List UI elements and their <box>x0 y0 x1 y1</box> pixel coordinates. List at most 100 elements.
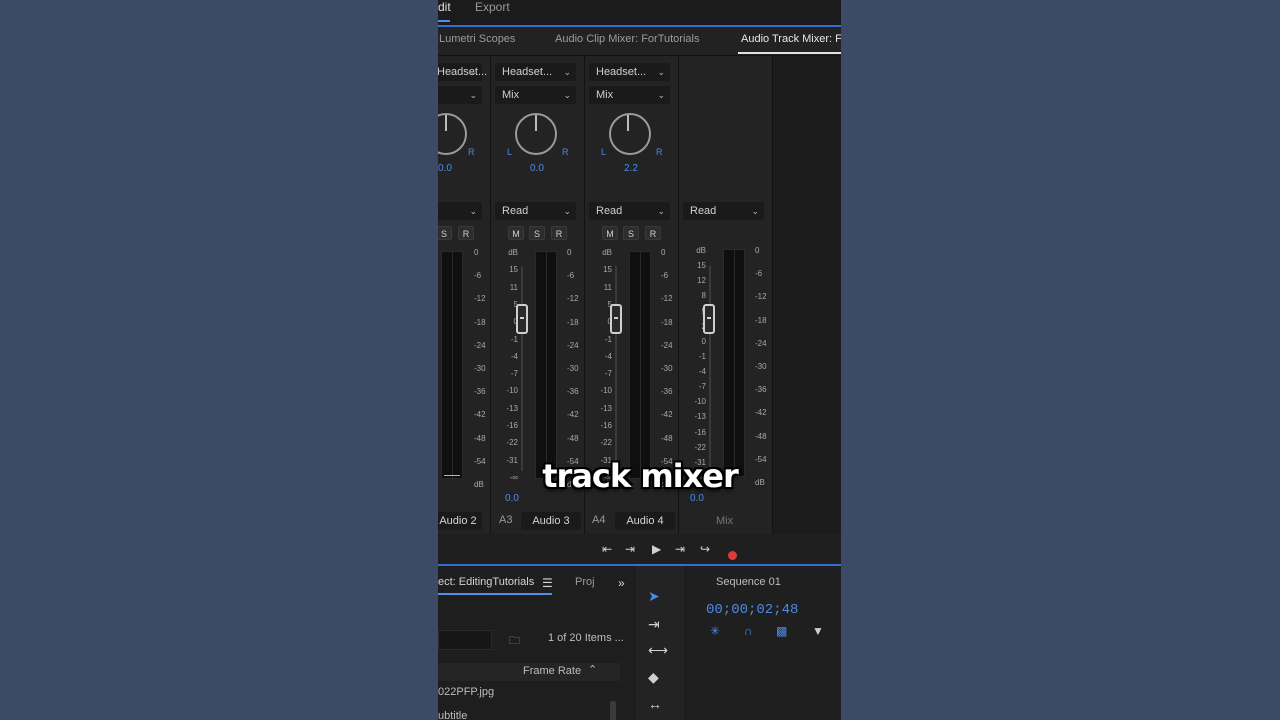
record-button[interactable]: R <box>645 226 661 240</box>
scale-tick-label: -18 <box>755 315 767 325</box>
column-header[interactable]: Frame Rate ⌃ <box>438 663 620 681</box>
scale-tick-label: -36 <box>474 387 486 397</box>
tab-lumetri-scopes[interactable]: Lumetri Scopes <box>439 33 515 45</box>
level-meter <box>723 249 745 477</box>
mode-dropdown-label: Mix <box>596 89 614 101</box>
track-name[interactable]: Audio 4 <box>615 512 675 530</box>
scale-tick-label: -4 <box>698 367 706 377</box>
fader-scale: dB15128520-1-4-7-10-13-16-22-31-∞ <box>688 246 706 482</box>
automation-dropdown[interactable]: Read ⌄ <box>683 202 764 220</box>
output-dropdown[interactable]: Headset... ⌄ <box>495 63 576 81</box>
scale-tick-label: -12 <box>755 292 767 302</box>
scale-tick-label: -22 <box>600 438 612 448</box>
nest-icon[interactable]: ✳ <box>710 624 720 638</box>
meter-scale: 0 -6 -12 -18 -24 -30 -36 -42 -48 -54 dB <box>755 246 769 487</box>
scale-tick-label: -1 <box>698 351 706 361</box>
scale-tick-label: 15 <box>603 265 612 275</box>
tools-panel: ➤ ⇥ ⟷ ◆ ↔ <box>636 566 684 720</box>
list-item[interactable]: 022PFP.jpg <box>438 686 494 698</box>
tab-audio-track-mixer[interactable]: Audio Track Mixer: F <box>741 33 841 45</box>
scale-tick-label: -24 <box>661 340 673 350</box>
scale-tick-label: -1 <box>510 334 518 344</box>
output-dropdown[interactable]: Headset... ⌄ <box>438 63 487 81</box>
selection-tool-icon[interactable]: ➤ <box>648 588 660 605</box>
scale-tick-label: -6 <box>474 271 482 281</box>
chevron-down-icon: ⌄ <box>657 206 665 216</box>
record-button[interactable]: R <box>551 226 567 240</box>
scale-tick-label: -7 <box>698 382 706 392</box>
scale-tick-label: -18 <box>567 317 579 327</box>
more-panels-icon[interactable]: » <box>618 576 625 590</box>
track-id: A4 <box>592 514 606 526</box>
scale-tick-label: -4 <box>604 351 612 361</box>
scale-tick-label: -13 <box>600 403 612 413</box>
tab-edit[interactable]: dit <box>438 0 451 14</box>
automation-dropdown[interactable]: Read ⌄ <box>495 202 576 220</box>
record-icon[interactable] <box>728 551 737 560</box>
chevron-down-icon: ⌄ <box>469 90 477 100</box>
step-back-icon[interactable]: ⇥ <box>625 542 635 556</box>
scale-tick-label: 0 <box>755 246 760 255</box>
solo-button[interactable]: S <box>438 226 452 240</box>
solo-button[interactable]: S <box>623 226 639 240</box>
mute-button[interactable]: M <box>508 226 524 240</box>
new-bin-icon[interactable]: 🗀 <box>509 632 520 651</box>
scale-tick-label: 0 <box>701 336 706 346</box>
fader-scale: dB151150-1-4-7-10-13-16-22-31-∞ <box>500 248 518 482</box>
snap-icon[interactable]: ∩ <box>744 624 753 638</box>
automation-dropdown[interactable]: ⌄ <box>438 202 482 220</box>
loop-icon[interactable]: ↪ <box>700 542 710 556</box>
ripple-edit-tool-icon[interactable]: ⟷ <box>648 642 668 659</box>
go-to-out-icon[interactable]: ⇥ <box>675 542 685 556</box>
panel-menu-icon[interactable]: ☰ <box>542 576 553 590</box>
scale-tick-label: dB <box>508 248 518 257</box>
solo-button[interactable]: S <box>529 226 545 240</box>
pan-knob[interactable] <box>609 113 651 155</box>
track-name: Mix <box>716 515 734 527</box>
output-dropdown[interactable]: Headset... ⌄ <box>589 63 670 81</box>
linked-selection-icon[interactable]: ▩ <box>776 624 787 638</box>
chevron-down-icon: ⌄ <box>469 206 477 216</box>
scale-tick-label: 0 <box>661 248 666 257</box>
razor-tool-icon[interactable]: ◆ <box>648 669 659 686</box>
scale-tick-label: -24 <box>567 340 579 350</box>
track-name[interactable]: Audio 2 <box>438 512 482 530</box>
scale-tick-label: 15 <box>509 265 518 275</box>
scale-tick-label: -36 <box>755 385 767 395</box>
volume-fader[interactable] <box>703 304 715 334</box>
scale-tick-label: -10 <box>694 397 706 407</box>
play-icon[interactable]: ▶ <box>652 542 661 556</box>
scale-tick-label: -12 <box>474 294 486 304</box>
mute-button[interactable]: M <box>602 226 618 240</box>
track-name[interactable]: Audio 3 <box>521 512 581 530</box>
go-to-in-icon[interactable]: ⇤ <box>602 542 612 556</box>
search-input[interactable] <box>438 630 492 650</box>
workspace-bar: dit Export <box>438 0 841 26</box>
scale-tick-label: -4 <box>510 351 518 361</box>
mode-dropdown[interactable]: ⌄ <box>438 86 482 104</box>
tab-project[interactable]: ect: EditingTutorials <box>438 576 534 588</box>
tab-audio-clip-mixer[interactable]: Audio Clip Mixer: ForTutorials <box>555 33 699 45</box>
volume-fader[interactable] <box>516 304 528 334</box>
marker-icon[interactable]: ▼ <box>812 624 824 638</box>
automation-dropdown[interactable]: Read ⌄ <box>589 202 670 220</box>
record-button[interactable]: R <box>458 226 474 240</box>
mode-dropdown[interactable]: Mix ⌄ <box>589 86 670 104</box>
scale-tick-label: -30 <box>474 364 486 373</box>
scrollbar[interactable] <box>610 701 616 720</box>
tab-project-2[interactable]: Proj <box>575 576 595 588</box>
sequence-tab[interactable]: Sequence 01 <box>716 576 781 588</box>
scale-tick-label: -7 <box>510 369 518 379</box>
pan-knob[interactable] <box>515 113 557 155</box>
scale-tick-label: 0 <box>567 248 572 257</box>
mode-dropdown[interactable]: Mix ⌄ <box>495 86 576 104</box>
list-item[interactable]: ubtitle <box>438 710 467 720</box>
slip-tool-icon[interactable]: ↔ <box>648 696 662 712</box>
panel-tabs: Lumetri Scopes Audio Clip Mixer: ForTuto… <box>438 27 841 56</box>
tab-export[interactable]: Export <box>475 0 510 14</box>
track-select-tool-icon[interactable]: ⇥ <box>648 616 660 633</box>
active-tab-underline <box>738 52 841 54</box>
volume-fader[interactable] <box>610 304 622 334</box>
scale-tick-label: -22 <box>506 438 518 448</box>
timecode[interactable]: 00;00;02;48 <box>706 602 798 618</box>
